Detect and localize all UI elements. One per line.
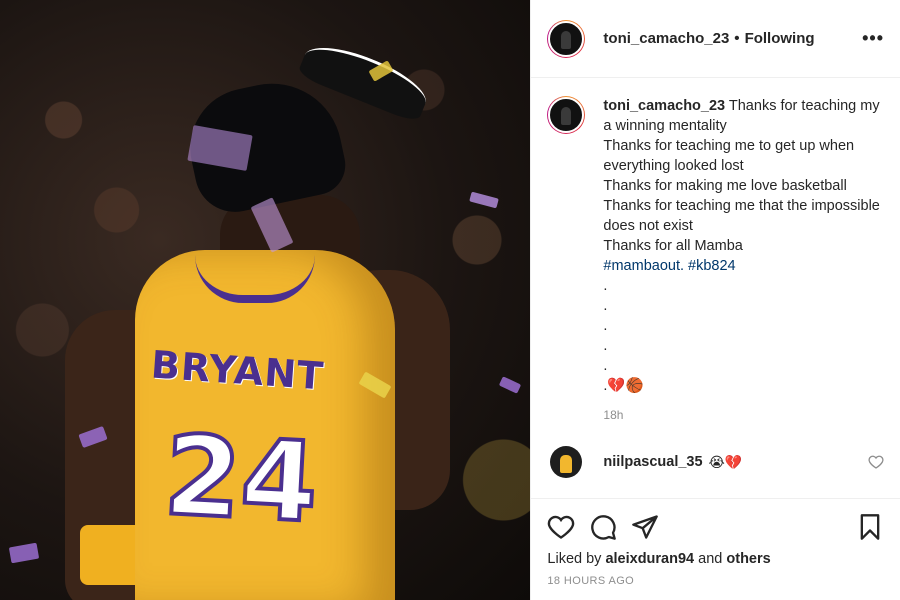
- bookmark-icon[interactable]: [856, 513, 884, 541]
- caption-dot: .: [603, 298, 608, 314]
- jersey-number: 24: [159, 409, 323, 549]
- caption-dot: .: [603, 338, 608, 354]
- caption: toni_camacho_23 Thanks for teaching my a…: [547, 96, 884, 396]
- caption-line: Thanks for making me love basketball: [603, 178, 847, 194]
- heart-icon[interactable]: [868, 454, 884, 470]
- header-username[interactable]: toni_camacho_23: [603, 30, 729, 47]
- header-avatar-ring[interactable]: [547, 19, 586, 58]
- instagram-post: BRYANT 24 toni_camacho_23 • Following ••…: [0, 0, 900, 600]
- comment-text: 😭💔: [708, 453, 743, 470]
- heart-icon[interactable]: [547, 513, 575, 541]
- comments-area: toni_camacho_23 Thanks for teaching my a…: [531, 78, 900, 498]
- caption-line: Thanks for teaching me that the impossib…: [603, 198, 880, 234]
- caption-dot: .: [603, 358, 608, 374]
- liked-user[interactable]: aleixduran94: [605, 551, 694, 567]
- caption-text: toni_camacho_23 Thanks for teaching my a…: [603, 96, 884, 396]
- caption-avatar-ring[interactable]: [547, 96, 586, 134]
- post-timestamp[interactable]: 18 HOURS AGO: [547, 575, 884, 587]
- action-icons: [547, 511, 884, 543]
- hashtag-link[interactable]: #mambaout. #kb824: [603, 258, 735, 274]
- comment-username[interactable]: niilpascual_35: [603, 454, 702, 470]
- post-side-panel: toni_camacho_23 • Following ••• toni_cam…: [530, 0, 900, 600]
- player-figure: BRYANT 24: [65, 30, 515, 600]
- avatar[interactable]: [548, 97, 585, 133]
- caption-username[interactable]: toni_camacho_23: [603, 98, 725, 114]
- header-separator: •: [734, 30, 740, 47]
- caption-line: Thanks for teaching me to get up when ev…: [603, 138, 855, 174]
- caption-dot: .: [603, 278, 608, 294]
- more-icon[interactable]: •••: [862, 28, 884, 49]
- avatar[interactable]: [548, 20, 585, 57]
- comment-icon[interactable]: [589, 513, 617, 541]
- liked-others[interactable]: others: [726, 551, 770, 567]
- caption-dot: .: [603, 318, 608, 334]
- liked-prefix: Liked by: [547, 551, 602, 567]
- post-actions: Liked by aleixduran94 and others 18 HOUR…: [531, 498, 900, 600]
- post-photo[interactable]: BRYANT 24: [0, 0, 531, 600]
- avatar[interactable]: [550, 446, 583, 478]
- caption-emoji-line: .💔🏀: [603, 378, 644, 394]
- liked-by: Liked by aleixduran94 and others: [547, 551, 884, 567]
- caption-line: Thanks for all Mamba: [603, 238, 743, 254]
- share-icon[interactable]: [631, 513, 659, 541]
- following-button[interactable]: Following: [745, 30, 815, 47]
- post-header: toni_camacho_23 • Following •••: [531, 0, 900, 78]
- caption-time[interactable]: 18h: [603, 408, 884, 422]
- comment-row: niilpascual_35 😭💔: [547, 446, 884, 478]
- liked-middle: and: [698, 551, 723, 567]
